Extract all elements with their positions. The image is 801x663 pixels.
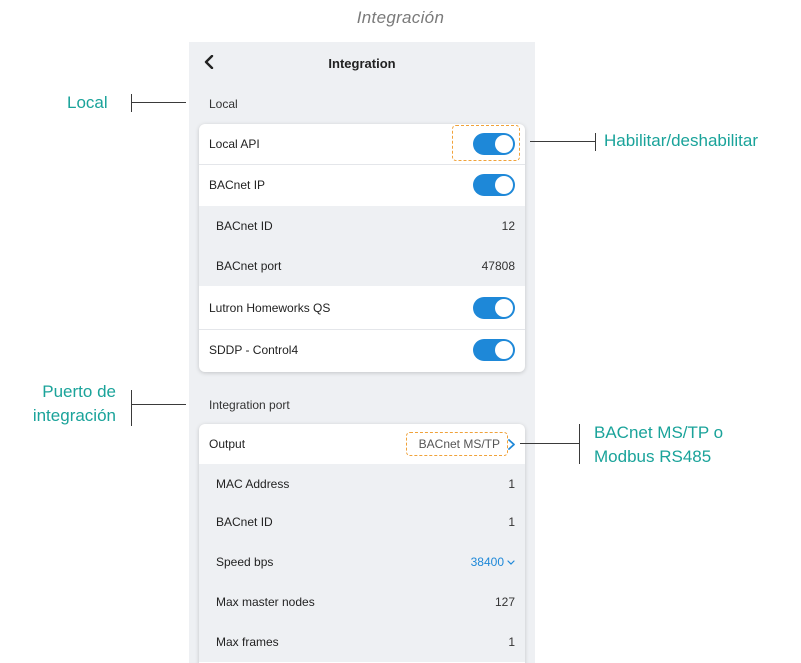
local-card: Local API BACnet IP BACnet ID 12 BACnet …	[199, 124, 525, 372]
toggle-knob	[495, 176, 513, 194]
toggle-highlight-box	[452, 125, 520, 161]
row-label: Output	[209, 437, 246, 451]
annotation-bracket	[131, 390, 132, 426]
annotation-line	[530, 141, 596, 142]
annotation-toggle: Habilitar/deshabilitar	[604, 131, 759, 150]
sddp-toggle[interactable]	[473, 339, 515, 361]
row-label: BACnet port	[216, 259, 282, 273]
row-label: Local API	[209, 137, 260, 151]
annotation-port-line1: Puerto de	[42, 382, 116, 401]
row-bacnet-id[interactable]: BACnet ID 12	[199, 206, 525, 246]
speed-dropdown[interactable]: 38400	[471, 555, 515, 569]
row-bacnet-port[interactable]: BACnet port 47808	[199, 246, 525, 286]
row-bacnet-ip: BACnet IP	[199, 165, 525, 205]
section-label-integration-port: Integration port	[209, 398, 290, 412]
max-master-value: 127	[494, 595, 515, 609]
toggle-knob	[495, 341, 513, 359]
bacnet-id-port-value: 1	[508, 515, 515, 529]
row-label: BACnet IP	[209, 178, 266, 192]
annotation-bracket	[579, 424, 580, 464]
lutron-toggle[interactable]	[473, 297, 515, 319]
row-label: Speed bps	[216, 555, 274, 569]
row-bacnet-id-port[interactable]: BACnet ID 1	[199, 502, 525, 542]
annotation-bracket	[595, 133, 596, 151]
integration-card: Output BACnet MS/TP MAC Address 1 BACnet…	[199, 424, 525, 663]
page-title: Integration	[328, 56, 396, 71]
annotation-bracket	[131, 94, 132, 112]
annotation-output-line1: BACnet MS/TP o	[594, 423, 724, 442]
mac-address-value: 1	[508, 477, 515, 491]
annotation-output-line2: Modbus RS485	[594, 447, 712, 466]
annotation-line	[520, 443, 580, 444]
row-label: SDDP - Control4	[209, 343, 299, 357]
row-max-master[interactable]: Max master nodes 127	[199, 582, 525, 622]
annotation-port-line2: integración	[32, 406, 116, 425]
max-frames-value: 1	[508, 635, 515, 649]
chevron-down-icon	[507, 559, 515, 565]
bacnet-ip-toggle[interactable]	[473, 174, 515, 196]
top-bar: Integration	[189, 42, 535, 86]
section-label-local: Local	[209, 97, 238, 111]
row-mac-address[interactable]: MAC Address 1	[199, 464, 525, 504]
annotation-line	[131, 102, 186, 103]
row-sddp: SDDP - Control4	[199, 330, 525, 370]
speed-value: 38400	[470, 555, 504, 569]
annotation-line	[131, 404, 186, 405]
row-label: Max master nodes	[216, 595, 315, 609]
annotation-local: Local	[67, 93, 108, 112]
row-speed[interactable]: Speed bps 38400	[199, 542, 525, 582]
row-max-frames[interactable]: Max frames 1	[199, 622, 525, 662]
bacnet-port-value: 47808	[481, 259, 515, 273]
toggle-knob	[495, 299, 513, 317]
row-label: BACnet ID	[216, 515, 273, 529]
figure-caption: Integración	[356, 8, 445, 27]
row-label: Lutron Homeworks QS	[209, 301, 331, 315]
output-highlight-box	[406, 432, 508, 456]
row-label: MAC Address	[216, 477, 290, 491]
bacnet-id-value: 12	[501, 219, 515, 233]
row-label: BACnet ID	[216, 219, 273, 233]
row-label: Max frames	[216, 635, 279, 649]
chevron-right-icon	[508, 438, 515, 450]
row-lutron: Lutron Homeworks QS	[199, 288, 525, 328]
